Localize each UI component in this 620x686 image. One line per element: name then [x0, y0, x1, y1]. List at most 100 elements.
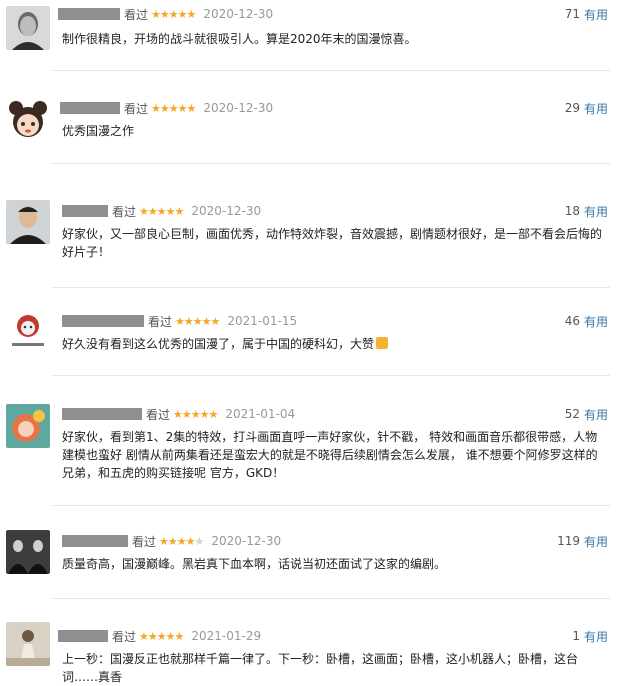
useful-button[interactable]: 有用: [584, 203, 608, 220]
user-avatar[interactable]: [6, 308, 50, 352]
review-meta: 看过 ★★★★★ 2021-01-15: [62, 313, 297, 329]
star-filled-icon: ★: [186, 7, 197, 21]
review-date: 2020-12-30: [211, 534, 282, 548]
watched-label: 看过: [124, 101, 149, 116]
star-filled-icon: ★: [159, 534, 169, 548]
username-redacted[interactable]: [58, 8, 120, 20]
user-avatar[interactable]: [6, 98, 50, 142]
star-filled-icon: ★: [165, 204, 176, 218]
useful-vote: 52 有用: [565, 406, 608, 422]
star-filled-icon: ★: [176, 534, 187, 548]
user-avatar[interactable]: [6, 6, 50, 50]
star-filled-icon: ★: [186, 101, 197, 115]
useful-button[interactable]: 有用: [584, 313, 608, 330]
useful-vote: 1 有用: [572, 628, 608, 644]
useful-vote: 46 有用: [565, 313, 608, 329]
star-rating: ★★★★★: [139, 204, 185, 218]
star-rating: ★★★★★: [159, 534, 205, 548]
star-filled-icon: ★: [177, 7, 188, 21]
useful-vote: 29 有用: [565, 100, 608, 116]
star-filled-icon: ★: [175, 314, 185, 328]
review-date: 2020-12-30: [203, 7, 274, 21]
star-filled-icon: ★: [208, 407, 219, 421]
useful-button[interactable]: 有用: [584, 406, 608, 423]
star-filled-icon: ★: [174, 629, 185, 643]
username-redacted[interactable]: [62, 408, 142, 420]
divider: [52, 163, 610, 164]
useful-vote: 71 有用: [565, 6, 608, 22]
review-text: 好家伙，又一部良心巨制，画面优秀，动作特效炸裂，音效震撼，剧情题材很好，是一部不…: [62, 227, 603, 259]
useful-count: 18: [564, 204, 580, 218]
watched-label: 看过: [132, 534, 157, 549]
star-filled-icon: ★: [147, 204, 158, 218]
useful-button[interactable]: 有用: [584, 100, 608, 117]
user-avatar[interactable]: [6, 404, 50, 448]
username-redacted[interactable]: [60, 102, 120, 114]
divider: [52, 505, 610, 506]
star-rating: ★★★★★: [173, 407, 219, 421]
watched-label: 看过: [124, 7, 149, 22]
divider: [52, 287, 610, 288]
useful-button[interactable]: 有用: [584, 628, 608, 645]
review-date: 2020-12-30: [191, 204, 262, 218]
useful-vote: 18 有用: [565, 203, 608, 219]
star-filled-icon: ★: [167, 534, 178, 548]
username-redacted[interactable]: [62, 535, 128, 547]
review-meta: 看过 ★★★★★ 2020-12-30: [62, 533, 281, 549]
star-filled-icon: ★: [210, 314, 221, 328]
username-redacted[interactable]: [62, 205, 108, 217]
username-redacted[interactable]: [58, 630, 108, 642]
star-filled-icon: ★: [139, 204, 149, 218]
star-filled-icon: ★: [168, 101, 179, 115]
useful-count: 29: [564, 101, 580, 115]
star-filled-icon: ★: [151, 101, 161, 115]
watched-label: 看过: [146, 407, 171, 422]
useful-button[interactable]: 有用: [584, 533, 608, 550]
useful-count: 46: [564, 314, 580, 328]
useful-count: 71: [564, 7, 580, 21]
watched-label: 看过: [148, 314, 173, 329]
review-meta: 看过 ★★★★★ 2020-12-30: [60, 100, 273, 116]
star-filled-icon: ★: [177, 101, 188, 115]
star-rating: ★★★★★: [139, 629, 185, 643]
star-filled-icon: ★: [147, 629, 158, 643]
review-text: 质量奇高，国漫巅峰。黑岩真下血本啊，话说当初还面试了这家的编剧。: [62, 557, 447, 571]
star-filled-icon: ★: [165, 629, 176, 643]
user-avatar[interactable]: [6, 530, 50, 574]
watched-label: 看过: [112, 204, 137, 219]
review-date: 2021-01-15: [227, 314, 298, 328]
star-filled-icon: ★: [151, 7, 161, 21]
user-avatar[interactable]: [6, 622, 50, 666]
star-rating: ★★★★★: [151, 7, 197, 21]
divider: [52, 70, 610, 71]
review-date: 2021-01-29: [191, 629, 262, 643]
star-filled-icon: ★: [192, 314, 203, 328]
review-date: 2020-12-30: [203, 101, 274, 115]
user-avatar[interactable]: [6, 200, 50, 244]
star-filled-icon: ★: [174, 204, 185, 218]
review-date: 2021-01-04: [225, 407, 296, 421]
star-filled-icon: ★: [156, 204, 167, 218]
useful-button[interactable]: 有用: [584, 6, 608, 23]
thumbs-up-icon: [376, 337, 389, 349]
star-rating: ★★★★★: [175, 314, 221, 328]
useful-vote: 119 有用: [557, 533, 608, 549]
divider: [52, 598, 610, 599]
username-redacted[interactable]: [62, 315, 144, 327]
review-text: 制作很精良，开场的战斗就很吸引人。算是2020年末的国漫惊喜。: [62, 32, 417, 46]
star-filled-icon: ★: [183, 314, 194, 328]
star-filled-icon: ★: [159, 101, 170, 115]
star-filled-icon: ★: [159, 7, 170, 21]
star-rating: ★★★★★: [151, 101, 197, 115]
star-filled-icon: ★: [185, 534, 196, 548]
star-filled-icon: ★: [168, 7, 179, 21]
useful-count: 52: [564, 407, 580, 421]
star-filled-icon: ★: [199, 407, 210, 421]
review-text-body: 好久没有看到这么优秀的国漫了，属于中国的硬科幻，大赞: [62, 337, 375, 351]
star-filled-icon: ★: [181, 407, 192, 421]
review-text: 优秀国漫之作: [62, 124, 135, 138]
star-filled-icon: ★: [139, 629, 149, 643]
review-meta: 看过 ★★★★★ 2021-01-29: [58, 628, 261, 644]
star-filled-icon: ★: [190, 407, 201, 421]
star-empty-icon: ★: [194, 534, 205, 548]
